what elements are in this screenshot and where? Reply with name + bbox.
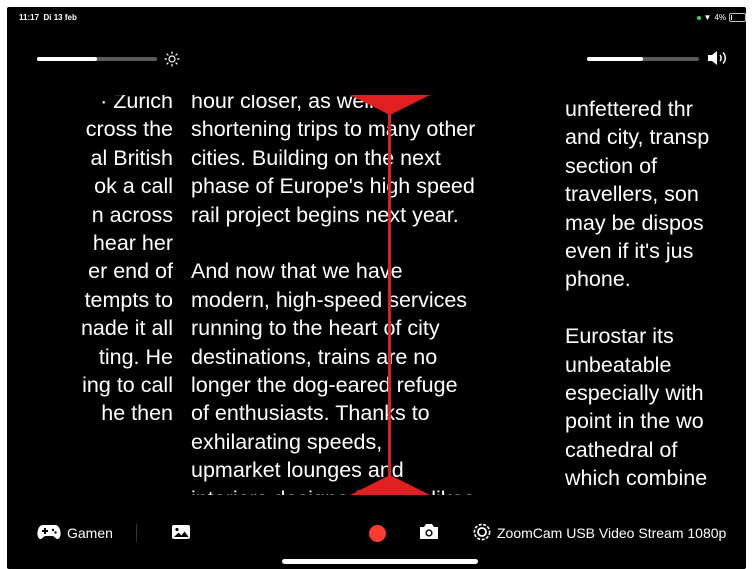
snapshot-button[interactable] xyxy=(418,522,440,544)
text-line xyxy=(191,229,531,257)
volume-slider[interactable] xyxy=(587,57,699,61)
camera-feed: · Zurich cross the al British ok a call n ac… xyxy=(34,95,746,495)
text-line: rail project begins next year. xyxy=(191,202,459,227)
camera-in-use-dot-icon xyxy=(696,15,701,20)
guide-marker-bottom xyxy=(350,475,430,495)
text-line: Eurostar its xyxy=(565,324,674,349)
text-line: er end of xyxy=(88,259,173,284)
text-line: travellers, son xyxy=(565,182,699,207)
battery-icon xyxy=(729,13,746,22)
text-line: may be dispos xyxy=(565,210,704,235)
gamen-button[interactable]: Gamen xyxy=(37,522,113,544)
record-button[interactable] xyxy=(369,522,386,544)
photo-library-button[interactable] xyxy=(171,522,191,544)
brightness-icon xyxy=(163,50,181,68)
text-line: point in the wo xyxy=(565,409,704,434)
home-indicator xyxy=(282,559,478,564)
text-line: unfettered thr xyxy=(565,97,693,121)
text-line: unbeatable xyxy=(565,352,672,377)
camera-icon xyxy=(418,523,440,543)
status-time: 11:17 Di 13 feb xyxy=(19,13,77,22)
text-line: of enthusiasts. Thanks to xyxy=(191,401,430,426)
gamepad-icon xyxy=(37,524,61,543)
text-line: cities. Building on the next xyxy=(191,145,441,170)
text-line: phone. xyxy=(565,267,631,292)
text-line: modern, high-speed services xyxy=(191,287,468,312)
battery-percent: 4% xyxy=(714,13,726,22)
text-line: ting. He xyxy=(98,344,173,369)
status-right: ▼ 4% xyxy=(696,12,746,22)
text-line: section of xyxy=(565,153,658,178)
text-line: exhilarating speeds, xyxy=(191,429,383,454)
text-line: · Zurich xyxy=(100,95,173,113)
text-line: ing to call xyxy=(82,373,173,398)
text-line: running to the heart of city xyxy=(191,316,440,341)
text-line: cross the xyxy=(85,117,173,142)
record-icon xyxy=(369,524,386,542)
text-line: n across xyxy=(91,202,173,227)
text-line: especially with xyxy=(565,381,704,406)
bottom-toolbar: Gamen ZoomCam USB Video Stream 1080p xyxy=(7,512,746,558)
camera-source-selector[interactable]: ZoomCam USB Video Stream 1080p xyxy=(473,522,726,544)
text-line: which combine xyxy=(565,466,708,491)
text-line: hear her xyxy=(92,231,173,256)
text-line: destinations, trains are no xyxy=(191,344,438,369)
guide-line xyxy=(388,95,391,495)
text-line: phase of Europe's high speed xyxy=(191,174,475,199)
text-line: And now that we have xyxy=(191,259,403,284)
screen: 11:17 Di 13 feb ▼ 4% · Zurich cross the al… xyxy=(7,7,746,569)
text-line xyxy=(565,294,746,322)
text-line: nade it all xyxy=(80,316,173,341)
text-column-right: unfettered thr and city, transp section of… xyxy=(565,95,746,493)
text-line: shortening trips to many other xyxy=(191,117,476,142)
text-line: al British xyxy=(90,145,173,170)
text-line: and city, transp xyxy=(565,125,710,150)
text-line: cathedral of xyxy=(565,437,678,462)
gamen-label: Gamen xyxy=(67,525,113,541)
brightness-slider[interactable] xyxy=(37,57,157,61)
toolbar-divider xyxy=(136,524,137,542)
text-line: tempts to xyxy=(84,287,173,312)
photo-icon xyxy=(171,524,191,543)
text-line: longer the dog-eared refuge xyxy=(191,373,458,398)
wifi-icon: ▼ xyxy=(703,12,712,22)
camera-source-label: ZoomCam USB Video Stream 1080p xyxy=(497,525,727,541)
text-line: even if it's jus xyxy=(565,239,694,264)
text-column-left: · Zurich cross the al British ok a call n ac… xyxy=(34,95,173,428)
text-line: ok a call xyxy=(94,174,173,199)
status-bar: 11:17 Di 13 feb ▼ 4% xyxy=(7,7,746,27)
speaker-icon xyxy=(705,48,731,68)
text-column-center: hour closer, as well as shortening trips … xyxy=(191,95,531,495)
text-line: he then xyxy=(101,401,173,426)
gear-icon xyxy=(473,523,491,544)
